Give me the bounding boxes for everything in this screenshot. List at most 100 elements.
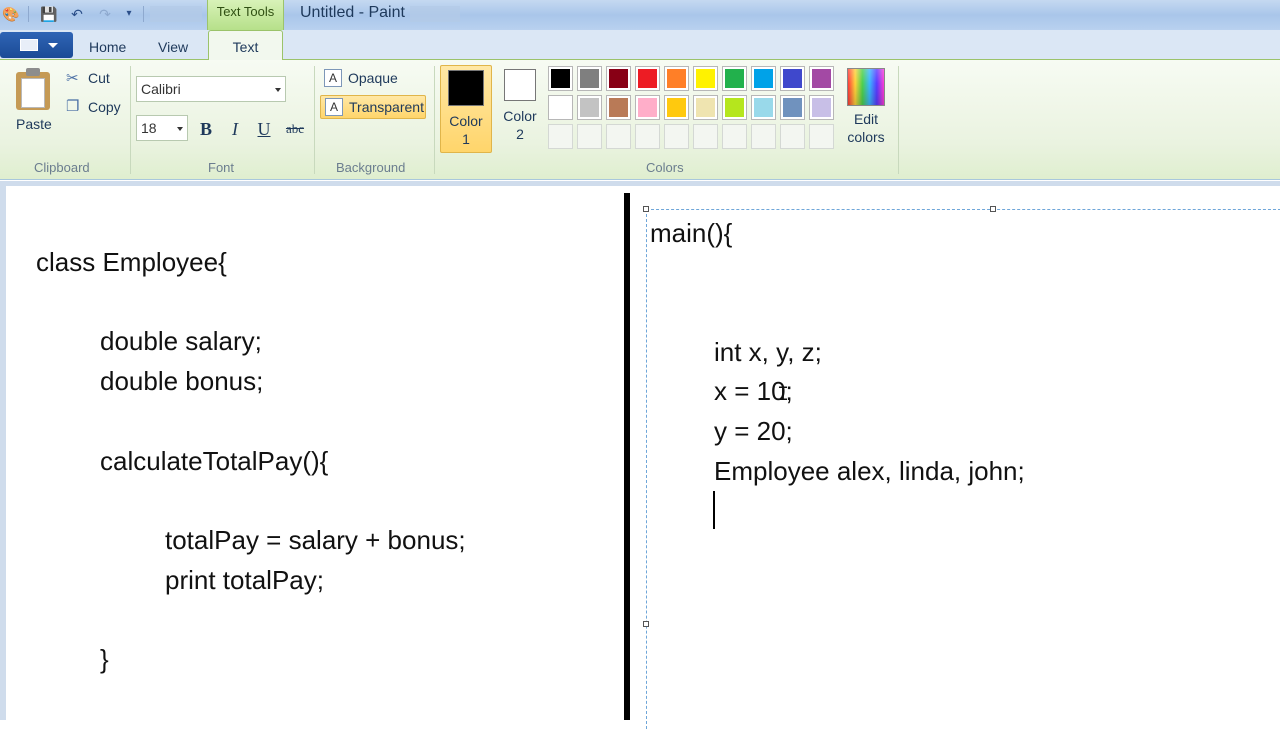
code-line: double bonus; [100,366,264,396]
document-icon [20,39,38,51]
copy-button[interactable]: Copy [88,99,121,115]
resize-handle[interactable] [643,621,649,627]
font-group-label: Font [208,160,235,175]
palette-custom-slot[interactable] [751,124,776,149]
cut-icon[interactable]: ✂ [66,70,79,88]
palette-custom-slot[interactable] [635,124,660,149]
ribbon-tab-row [0,30,1280,60]
separator [28,6,29,22]
palette-color-swatch[interactable] [751,66,776,91]
separator [143,6,144,22]
palette-custom-slot[interactable] [722,124,747,149]
palette-custom-slot[interactable] [780,124,805,149]
tab-view[interactable]: View [158,39,188,55]
paint-app-icon: 🎨 [2,6,20,22]
palette-color-swatch[interactable] [635,66,660,91]
color1-swatch [448,70,484,106]
group-separator [314,66,315,174]
resize-handle[interactable] [990,206,996,212]
palette-color-swatch[interactable] [780,66,805,91]
palette-color-swatch[interactable] [606,95,631,120]
edit-colors-label: Edit colors [847,111,885,145]
edit-colors-button[interactable]: Edit colors [842,68,890,146]
ibeam-cursor-icon: I [777,384,790,407]
title-bar-shading [150,6,202,22]
transparent-option[interactable]: A Transparent [320,95,426,119]
palette-color-swatch[interactable] [664,66,689,91]
palette-color-swatch[interactable] [635,95,660,120]
code-line: calculateTotalPay(){ [100,446,329,476]
font-size-select[interactable]: 18 [136,115,188,141]
text-caret [713,491,715,529]
tab-home[interactable]: Home [89,39,126,55]
palette-color-swatch[interactable] [548,95,573,120]
opaque-option[interactable]: A Opaque [320,67,426,91]
palette-color-swatch[interactable] [780,95,805,120]
undo-icon[interactable]: ↶ [68,5,86,23]
palette-custom-slot[interactable] [693,124,718,149]
code-line: double salary; [100,326,262,356]
opaque-icon: A [324,69,342,87]
palette-color-swatch[interactable] [693,95,718,120]
cut-button[interactable]: Cut [88,70,110,86]
chevron-down-icon [48,43,58,48]
customize-quick-access-icon[interactable]: ▾ [120,5,138,23]
code-line: y = 20; [714,416,793,446]
resize-handle[interactable] [643,206,649,212]
group-separator [130,66,131,174]
code-line: class Employee{ [36,247,227,277]
palette-color-swatch[interactable] [577,66,602,91]
save-icon[interactable]: 💾 [40,5,58,23]
text-tools-context-tab: Text Tools [207,0,284,30]
palette-color-swatch[interactable] [722,95,747,120]
color2-button[interactable]: Color 2 [494,65,546,153]
palette-color-swatch[interactable] [693,66,718,91]
code-line: print totalPay; [165,565,324,595]
palette-custom-slot[interactable] [606,124,631,149]
color2-label: Color 2 [503,108,537,142]
title-bar: 🎨 💾 ↶ ↷ ▾ Text Tools Untitled - Paint [0,0,1280,30]
palette-color-swatch[interactable] [809,66,834,91]
paste-icon[interactable] [16,68,50,110]
code-line: totalPay = salary + bonus; [165,525,466,555]
background-group-label: Background [336,160,406,175]
palette-custom-slot[interactable] [809,124,834,149]
code-line: main(){ [650,218,733,248]
code-line: Employee alex, linda, john; [714,456,1025,486]
color1-button[interactable]: Color 1 [440,65,492,153]
font-family-select[interactable]: Calibri [136,76,286,102]
palette-color-swatch[interactable] [606,66,631,91]
italic-button[interactable]: I [223,117,247,141]
color1-label: Color 1 [449,113,483,147]
window-title: Untitled - Paint [300,4,405,21]
strikethrough-button[interactable]: abc [281,117,309,141]
transparent-icon: A [325,98,343,116]
copy-icon[interactable]: ❐ [66,98,79,116]
palette-custom-slot[interactable] [548,124,573,149]
palette-color-swatch[interactable] [809,95,834,120]
palette-color-swatch[interactable] [664,95,689,120]
palette-custom-slot[interactable] [664,124,689,149]
edit-colors-icon [847,68,885,106]
palette-color-swatch[interactable] [722,66,747,91]
group-separator [898,66,899,174]
chevron-down-icon [275,88,281,92]
palette-color-swatch[interactable] [548,66,573,91]
colors-group-label: Colors [646,160,684,175]
clipboard-group-label: Clipboard [34,160,90,175]
transparent-label: Transparent [349,99,424,115]
color2-swatch [504,69,536,101]
redo-icon[interactable]: ↷ [96,5,114,23]
chevron-down-icon [177,127,183,131]
font-size-value: 18 [141,120,157,136]
group-separator [434,66,435,174]
opaque-label: Opaque [348,70,398,86]
underline-button[interactable]: U [252,117,276,141]
tab-text[interactable]: Text [208,30,283,62]
paste-button[interactable]: Paste [16,116,52,132]
palette-color-swatch[interactable] [577,95,602,120]
paint-menu-button[interactable] [0,32,73,58]
bold-button[interactable]: B [194,117,218,141]
palette-color-swatch[interactable] [751,95,776,120]
palette-custom-slot[interactable] [577,124,602,149]
